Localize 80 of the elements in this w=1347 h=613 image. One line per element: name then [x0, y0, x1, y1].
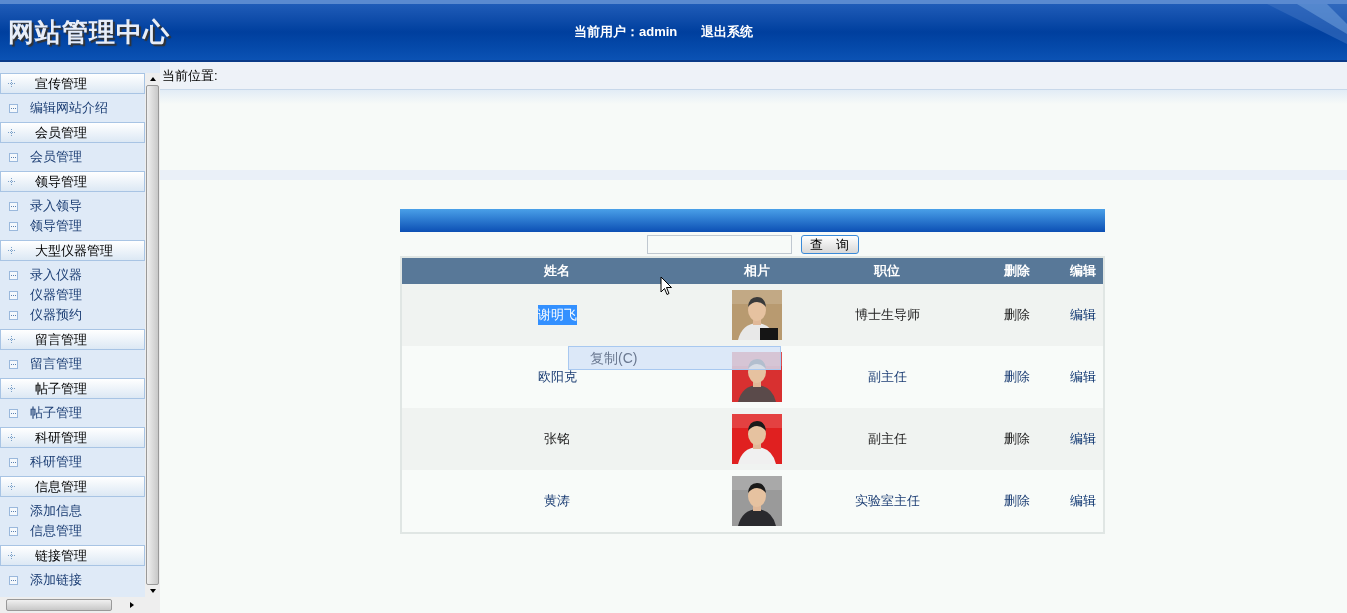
- menu-link[interactable]: 会员管理: [0, 147, 145, 167]
- plus-icon: [8, 336, 15, 343]
- minus-box-icon: [9, 526, 18, 536]
- minus-box-icon: [9, 359, 18, 369]
- scroll-down-icon[interactable]: [149, 589, 156, 593]
- plus-icon: [8, 552, 15, 559]
- cursor-icon: [660, 276, 673, 296]
- menu-group-header[interactable]: 大型仪器管理: [0, 240, 145, 261]
- menu-group-header[interactable]: 信息管理: [0, 476, 145, 497]
- delete-link[interactable]: 删除: [972, 429, 1062, 449]
- scrollbar-thumb[interactable]: [146, 85, 159, 585]
- minus-box-icon: [9, 457, 18, 467]
- plus-icon: [8, 80, 15, 87]
- menu-link[interactable]: 科研管理: [0, 452, 145, 472]
- table-cell-text: 副主任: [866, 430, 908, 449]
- column-header: 编辑: [1068, 262, 1097, 281]
- column-header: 删除: [1003, 262, 1031, 281]
- menu-group-header[interactable]: 宣传管理: [0, 73, 145, 94]
- minus-box-icon: [9, 270, 18, 280]
- table-cell: 谢明飞: [537, 305, 577, 325]
- menu-link[interactable]: 仪器预约: [0, 305, 145, 325]
- menu-link[interactable]: 仪器管理: [0, 285, 145, 305]
- scrollbar-thumb[interactable]: [6, 599, 112, 611]
- plus-icon: [8, 385, 15, 392]
- minus-box-icon: [9, 506, 18, 516]
- minus-box-icon: [9, 575, 18, 585]
- menu-link[interactable]: 录入仪器: [0, 265, 145, 285]
- table-cell-text: 副主任: [866, 368, 908, 387]
- delete-link[interactable]: 删除: [972, 367, 1062, 387]
- menu-group-header[interactable]: 链接管理: [0, 545, 145, 566]
- edit-link[interactable]: 编辑: [1062, 367, 1103, 387]
- search-button[interactable]: 查 询: [800, 234, 859, 254]
- minus-box-icon: [9, 290, 18, 300]
- table-cell-text: 黄涛: [544, 492, 570, 511]
- column-header: 相片: [743, 262, 771, 281]
- menu-link[interactable]: 领导管理: [0, 216, 145, 236]
- plus-icon: [8, 129, 15, 136]
- menu-group-header[interactable]: 帖子管理: [0, 378, 145, 399]
- plus-icon: [8, 434, 15, 441]
- menu-group-header[interactable]: 科研管理: [0, 427, 145, 448]
- minus-box-icon: [9, 152, 18, 162]
- minus-box-icon: [9, 201, 18, 211]
- current-user: 当前用户：admin: [574, 23, 678, 42]
- menu-link[interactable]: 信息管理: [0, 521, 145, 541]
- edit-link[interactable]: 编辑: [1062, 491, 1103, 511]
- minus-box-icon: [9, 310, 18, 320]
- delete-link[interactable]: 删除: [972, 305, 1062, 325]
- breadcrumb: 当前位置:: [162, 66, 218, 85]
- menu-link[interactable]: 录入领导: [0, 196, 145, 216]
- menu-link[interactable]: 添加信息: [0, 501, 145, 521]
- column-header: 职位: [873, 262, 901, 281]
- plus-icon: [8, 483, 15, 490]
- menu-link[interactable]: 编辑网站介绍: [0, 98, 145, 118]
- menu-link[interactable]: 添加链接: [0, 570, 145, 590]
- edit-link[interactable]: 编辑: [1062, 305, 1103, 325]
- horizontal-scrollbar[interactable]: [0, 597, 160, 613]
- table-cell-text: 张铭: [544, 430, 570, 449]
- minus-box-icon: [9, 408, 18, 418]
- search-field[interactable]: [646, 234, 792, 254]
- scroll-up-icon[interactable]: [149, 77, 156, 81]
- menu-group-header[interactable]: 会员管理: [0, 122, 145, 143]
- table-cell-text: 博士生导师: [853, 306, 921, 325]
- table-cell-text: 实验室主任: [853, 492, 921, 511]
- menu-link[interactable]: 帖子管理: [0, 403, 145, 423]
- plus-icon: [8, 178, 15, 185]
- edit-link[interactable]: 编辑: [1062, 429, 1103, 449]
- menu-group-header[interactable]: 领导管理: [0, 171, 145, 192]
- table-cell-text: 欧阳克: [537, 368, 577, 387]
- menu-item[interactable]: 复制(C): [590, 347, 638, 369]
- plus-icon: [8, 247, 15, 254]
- menu-link[interactable]: 留言管理: [0, 354, 145, 374]
- minus-box-icon: [9, 103, 18, 113]
- site-title: 网站管理中心: [8, 15, 170, 49]
- logout-link[interactable]: 退出系统: [701, 22, 754, 42]
- minus-box-icon: [9, 221, 18, 231]
- menu-group-header[interactable]: 留言管理: [0, 329, 145, 350]
- column-header: 姓名: [543, 262, 571, 281]
- delete-link[interactable]: 删除: [972, 491, 1062, 511]
- scroll-right-icon[interactable]: [130, 602, 134, 608]
- vertical-scrollbar[interactable]: [145, 73, 160, 597]
